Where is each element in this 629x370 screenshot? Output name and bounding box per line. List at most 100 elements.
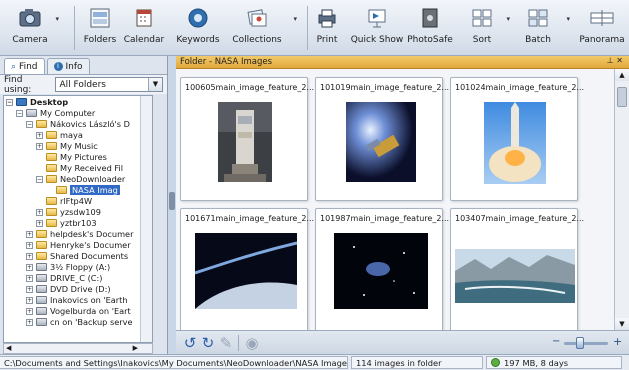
rotate-right-icon[interactable]: ↻ bbox=[200, 335, 216, 351]
expand-icon[interactable]: + bbox=[36, 142, 43, 150]
thumbnail-card[interactable]: 101019main_image_feature_2... bbox=[315, 77, 449, 201]
thumbnail-grid: 100605main_image_feature_2... 101019main… bbox=[176, 69, 614, 332]
tree-item-maya[interactable]: + maya bbox=[36, 130, 83, 141]
tree-item-dvd-drive[interactable]: + DVD Drive (D:) bbox=[26, 284, 111, 295]
camera-button[interactable]: Camera ▾ bbox=[10, 6, 59, 52]
expand-icon[interactable]: + bbox=[26, 307, 33, 315]
folder-icon bbox=[36, 241, 47, 250]
sort-button[interactable]: Sort ▾ bbox=[468, 6, 510, 52]
tree-item-floppy[interactable]: +3½ Floppy (A:) bbox=[26, 262, 110, 273]
tree-item-my-computer[interactable]: − My Computer bbox=[16, 108, 95, 119]
hard-drive-icon bbox=[36, 274, 47, 283]
tree-item-helpdesk-documents[interactable]: + helpdesk's Documer bbox=[26, 229, 133, 240]
tree-item-rlftp4w[interactable]: rlFtp4W bbox=[46, 196, 92, 207]
zoom-slider[interactable] bbox=[564, 342, 608, 345]
sort-icon bbox=[469, 6, 495, 30]
tree-item-network-vogelburda[interactable]: + Vogelburda on 'Eart bbox=[26, 306, 131, 317]
tree-item-neodownloader[interactable]: − NeoDownloader bbox=[36, 174, 125, 185]
tree-item-network-backup[interactable]: + cn on 'Backup serve bbox=[26, 317, 133, 328]
edit-icon[interactable]: ✎ bbox=[218, 335, 234, 351]
tree-item-shared-documents[interactable]: + Shared Documents bbox=[26, 251, 128, 262]
collections-button[interactable]: Collections ▾ bbox=[231, 6, 297, 52]
thumbnail-card[interactable]: 101671main_image_feature_2... bbox=[180, 208, 314, 332]
scroll-right-icon[interactable]: ▶ bbox=[133, 344, 138, 352]
expand-icon[interactable]: + bbox=[26, 252, 33, 260]
tree-item-drive-c[interactable]: + DRIVE_C (C:) bbox=[26, 273, 102, 284]
main-toolbar: Camera ▾ Folders Calendar Keywords Colle… bbox=[0, 0, 629, 56]
tab-find[interactable]: ⌕ Find bbox=[4, 58, 45, 74]
panorama-button[interactable]: Panorama bbox=[578, 6, 626, 52]
folder-icon bbox=[46, 175, 57, 184]
tree-item-user-documents[interactable]: − Nákovics László's D bbox=[26, 119, 130, 130]
folder-title-bar: Folder - NASA Images ⊥ ✕ bbox=[176, 56, 629, 69]
thumbnail-card[interactable]: 101024main_image_feature_2... bbox=[450, 77, 584, 201]
tree-item-my-music[interactable]: + My Music bbox=[36, 141, 98, 152]
expand-icon[interactable]: + bbox=[26, 230, 33, 238]
tab-find-label: Find bbox=[19, 61, 38, 72]
expand-icon[interactable]: + bbox=[26, 274, 33, 282]
collapse-icon[interactable]: − bbox=[36, 175, 43, 183]
pin-close-icon[interactable]: ⊥ ✕ bbox=[607, 56, 623, 65]
calendar-button[interactable]: Calendar bbox=[121, 6, 167, 52]
photosafe-button[interactable]: PhotoSafe bbox=[406, 6, 454, 52]
expand-icon[interactable]: + bbox=[26, 285, 33, 293]
collapse-icon[interactable]: − bbox=[26, 120, 33, 128]
collapse-icon[interactable]: − bbox=[16, 109, 23, 117]
panel-splitter[interactable] bbox=[168, 56, 176, 354]
zoom-slider-thumb[interactable] bbox=[576, 337, 584, 349]
left-panel: ⌕ Find i Info Find using: All Folders ▼ … bbox=[0, 56, 168, 354]
zoom-in-icon[interactable]: + bbox=[613, 335, 622, 348]
thumbnail-card[interactable]: 100605main_image_feature_2... bbox=[180, 77, 314, 201]
rotate-left-icon[interactable]: ↺ bbox=[182, 335, 198, 351]
tree-item-network-earth[interactable]: + Inakovics on 'Earth bbox=[26, 295, 128, 306]
expand-icon[interactable]: + bbox=[36, 131, 43, 139]
expand-icon[interactable]: + bbox=[26, 296, 33, 304]
tree-item-desktop[interactable]: − Desktop bbox=[6, 97, 68, 108]
quick-show-label: Quick Show bbox=[350, 35, 404, 45]
folder-icon bbox=[46, 131, 57, 140]
tree-item-henryke-documents[interactable]: + Henryke's Documer bbox=[26, 240, 131, 251]
tree-item-my-received-files[interactable]: My Received Fil bbox=[46, 163, 123, 174]
batch-button[interactable]: Batch ▾ bbox=[518, 6, 570, 52]
expand-icon[interactable]: + bbox=[36, 219, 43, 227]
status-image-count: 114 images in folder bbox=[351, 356, 483, 369]
scroll-left-icon[interactable]: ◀ bbox=[6, 344, 11, 352]
thumbnail-card[interactable]: 101987main_image_feature_2... bbox=[315, 208, 449, 332]
calendar-label: Calendar bbox=[123, 35, 165, 45]
tab-info-label: Info bbox=[65, 61, 83, 72]
find-using-row: Find using: All Folders ▼ bbox=[0, 74, 167, 95]
scroll-down-icon[interactable]: ▼ bbox=[615, 318, 629, 330]
zoom-out-icon[interactable]: − bbox=[552, 336, 560, 347]
collapse-icon[interactable]: − bbox=[6, 98, 13, 106]
expand-icon[interactable]: + bbox=[26, 263, 33, 271]
quick-show-icon bbox=[364, 6, 390, 30]
scrollbar-thumb[interactable] bbox=[617, 87, 627, 107]
splitter-grip[interactable] bbox=[169, 192, 175, 210]
chevron-down-icon[interactable]: ▾ bbox=[506, 15, 510, 23]
tree-item-yztbr103[interactable]: + yztbr103 bbox=[36, 218, 97, 229]
status-bar: C:\Documents and Settings\Inakovics\My D… bbox=[0, 354, 629, 370]
scroll-up-icon[interactable]: ▲ bbox=[615, 69, 629, 81]
keywords-button[interactable]: Keywords bbox=[175, 6, 221, 52]
thumbnail-card[interactable]: 103407main_image_feature_2... bbox=[450, 208, 584, 332]
tree-vertical-scrollbar[interactable] bbox=[140, 96, 152, 342]
quick-show-button[interactable]: Quick Show bbox=[350, 6, 404, 52]
tab-info[interactable]: i Info bbox=[46, 58, 90, 74]
print-label: Print bbox=[316, 35, 338, 45]
expand-icon[interactable]: + bbox=[36, 208, 43, 216]
tree-item-my-pictures[interactable]: My Pictures bbox=[46, 152, 107, 163]
grid-vertical-scrollbar[interactable]: ▲ ▼ bbox=[614, 69, 629, 330]
find-using-select[interactable]: All Folders ▼ bbox=[55, 77, 163, 92]
chevron-down-icon[interactable]: ▾ bbox=[566, 15, 570, 23]
expand-icon[interactable]: + bbox=[26, 241, 33, 249]
chevron-down-icon[interactable]: ▾ bbox=[293, 15, 297, 23]
tree-horizontal-scrollbar[interactable]: ◀ ▶ bbox=[3, 343, 153, 354]
tree-item-yzsdw109[interactable]: + yzsdw109 bbox=[36, 207, 101, 218]
print-button[interactable]: Print bbox=[312, 6, 342, 52]
camera-small-icon[interactable]: ◉ bbox=[244, 335, 260, 351]
tree-item-nasa-images[interactable]: NASA Imag bbox=[56, 185, 120, 196]
folders-button[interactable]: Folders bbox=[79, 6, 121, 52]
chevron-down-icon[interactable]: ▾ bbox=[55, 15, 59, 23]
thumbnail-image bbox=[218, 102, 272, 182]
expand-icon[interactable]: + bbox=[26, 318, 33, 326]
